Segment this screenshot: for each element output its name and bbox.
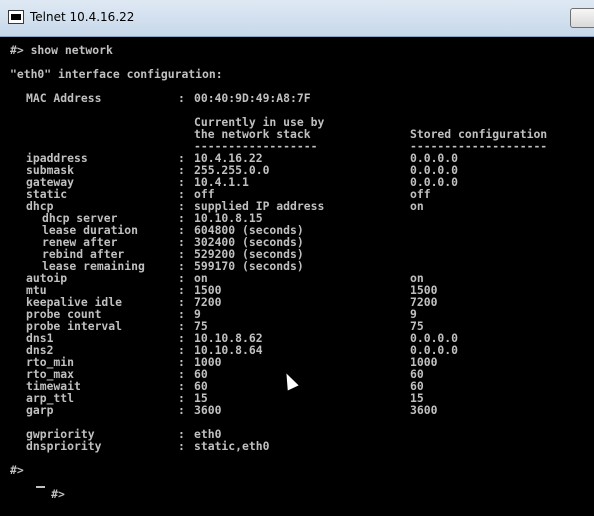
title-bar[interactable]: Telnet 10.4.16.22 — [0, 0, 594, 37]
interface-header: "eth0" interface configuration: — [10, 67, 223, 81]
console-icon — [8, 10, 24, 24]
mac-row: MAC Address : 00:40:9D:49:A8:7F — [10, 92, 311, 104]
close-button[interactable] — [570, 8, 594, 28]
row-separator: : — [178, 403, 185, 417]
priority-separator: : — [178, 439, 185, 453]
row-label: garp — [26, 403, 54, 417]
text-cursor — [36, 486, 45, 488]
prompt-symbol: #> — [51, 487, 65, 501]
window-title: Telnet 10.4.16.22 — [30, 10, 135, 24]
column-header-2: the network stack Stored configuration — [10, 128, 547, 140]
mac-label: MAC Address — [26, 91, 102, 105]
mac-value: 00:40:9D:49:A8:7F — [194, 91, 311, 105]
terminal-output[interactable]: #> show network "eth0" interface configu… — [0, 37, 594, 516]
row-stored-value: 3600 — [410, 403, 438, 417]
prompt-line-1: #> — [10, 463, 24, 477]
priority-label: dnspriority — [26, 439, 102, 453]
row-stored-value: on — [410, 199, 424, 213]
row-current-value: 3600 — [194, 403, 222, 417]
mouse-pointer-icon — [281, 370, 299, 391]
prompt-line-2[interactable]: #> — [10, 476, 65, 500]
telnet-window: Telnet 10.4.16.22 #> show network "eth0"… — [0, 0, 594, 516]
row-current-value: 599170 (seconds) — [194, 259, 304, 273]
command-line: #> show network — [10, 43, 113, 57]
mac-separator: : — [178, 91, 185, 105]
priority-value: static,eth0 — [194, 439, 270, 453]
column-header-1: Currently in use by — [10, 116, 324, 128]
